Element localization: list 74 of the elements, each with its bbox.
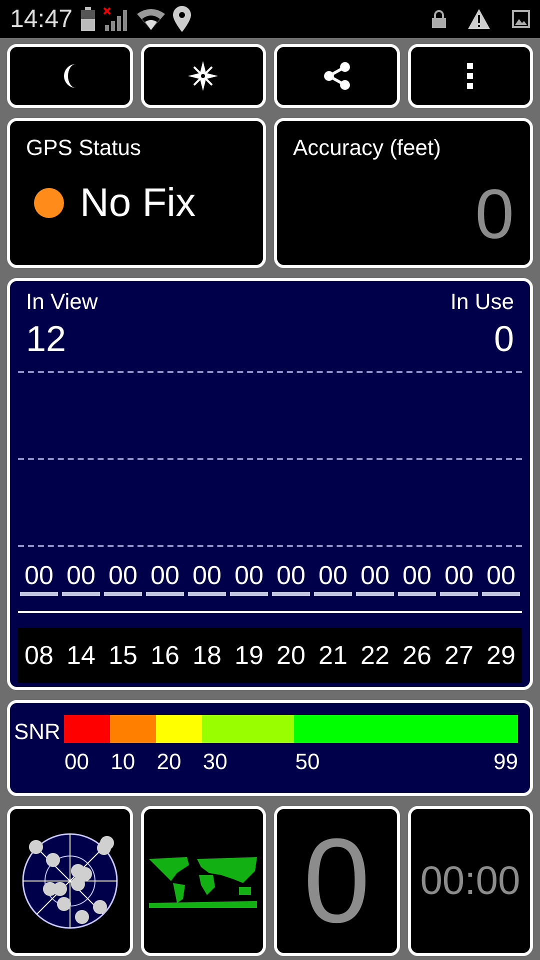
wifi-icon xyxy=(136,8,165,30)
compass-button[interactable] xyxy=(140,44,266,108)
night-mode-button[interactable] xyxy=(7,44,132,108)
share-icon xyxy=(322,61,352,91)
scale-label: 50 xyxy=(295,749,320,774)
signal-bar xyxy=(482,592,520,596)
in-view-label: In View xyxy=(26,291,98,313)
satellite-id: 16 xyxy=(150,640,180,670)
signal-bar xyxy=(230,592,268,596)
satellite-id: 22 xyxy=(360,640,390,670)
satellite-id: 15 xyxy=(108,640,138,670)
satellite-id: 29 xyxy=(486,640,516,670)
signal-bar xyxy=(146,592,184,596)
snr-value: 00 xyxy=(402,562,432,588)
image-icon xyxy=(512,10,530,28)
timer-value: 00:00 xyxy=(420,858,520,905)
scale-label: 30 xyxy=(202,749,228,774)
snr-value: 00 xyxy=(318,562,348,588)
in-use-label: In Use xyxy=(450,291,514,313)
lock-icon xyxy=(432,10,446,28)
sky-plot-button[interactable] xyxy=(7,806,132,956)
signal-bar xyxy=(62,592,100,596)
signal-bar xyxy=(20,592,58,596)
in-use-count: 0 xyxy=(494,321,514,357)
world-map-button[interactable] xyxy=(140,806,266,956)
signal-bar xyxy=(104,592,142,596)
snr-value: 00 xyxy=(66,562,96,588)
compass-rose-icon xyxy=(188,61,218,91)
signal-bar xyxy=(356,592,394,596)
signal-bar xyxy=(440,592,478,596)
satellite-id: 08 xyxy=(24,640,54,670)
fix-count-tile[interactable]: 0 xyxy=(274,806,400,956)
snr-value: 00 xyxy=(444,562,474,588)
satellite-id: 20 xyxy=(276,640,306,670)
warning-icon xyxy=(468,9,490,29)
fix-status-text: No Fix xyxy=(80,183,196,223)
signal-bar xyxy=(272,592,310,596)
card-title: GPS Status xyxy=(26,137,142,159)
fix-count-value: 0 xyxy=(303,821,370,941)
more-menu-icon xyxy=(467,63,474,89)
scale-label: 99 xyxy=(494,748,518,776)
snr-value: 00 xyxy=(360,562,390,588)
satellite-id: 18 xyxy=(192,640,222,670)
satellite-id: 21 xyxy=(318,640,348,670)
snr-value: 00 xyxy=(234,562,264,588)
snr-value: 00 xyxy=(486,562,516,588)
in-view-count: 12 xyxy=(26,321,68,357)
signal-bar xyxy=(398,592,436,596)
snr-value: 00 xyxy=(150,562,180,588)
signal-icon xyxy=(102,7,129,31)
scale-label: 20 xyxy=(156,749,182,774)
snr-value: 00 xyxy=(108,562,138,588)
accuracy-value: 0 xyxy=(475,179,514,249)
scale-label: 00 xyxy=(64,749,89,774)
clock-text: 14:47 xyxy=(10,6,73,32)
scale-label: 10 xyxy=(110,749,136,774)
snr-value: 00 xyxy=(192,562,222,588)
satellite-id: 19 xyxy=(234,640,264,670)
satellite-id: 26 xyxy=(402,640,432,670)
snr-value: 00 xyxy=(276,562,306,588)
snr-value: 00 xyxy=(24,562,54,588)
menu-button[interactable] xyxy=(408,44,533,108)
card-title: Accuracy (feet) xyxy=(293,137,442,159)
snr-label: SNR xyxy=(14,718,60,746)
moon-icon xyxy=(64,64,76,88)
satellite-id: 14 xyxy=(66,640,96,670)
timer-tile[interactable]: 00:00 xyxy=(408,806,533,956)
location-pin-icon xyxy=(172,6,191,32)
battery-icon xyxy=(80,7,95,31)
signal-bar xyxy=(188,592,226,596)
satellite-id: 27 xyxy=(444,640,474,670)
signal-bar xyxy=(314,592,352,596)
share-button[interactable] xyxy=(274,44,400,108)
sky-plot-icon xyxy=(20,831,120,931)
